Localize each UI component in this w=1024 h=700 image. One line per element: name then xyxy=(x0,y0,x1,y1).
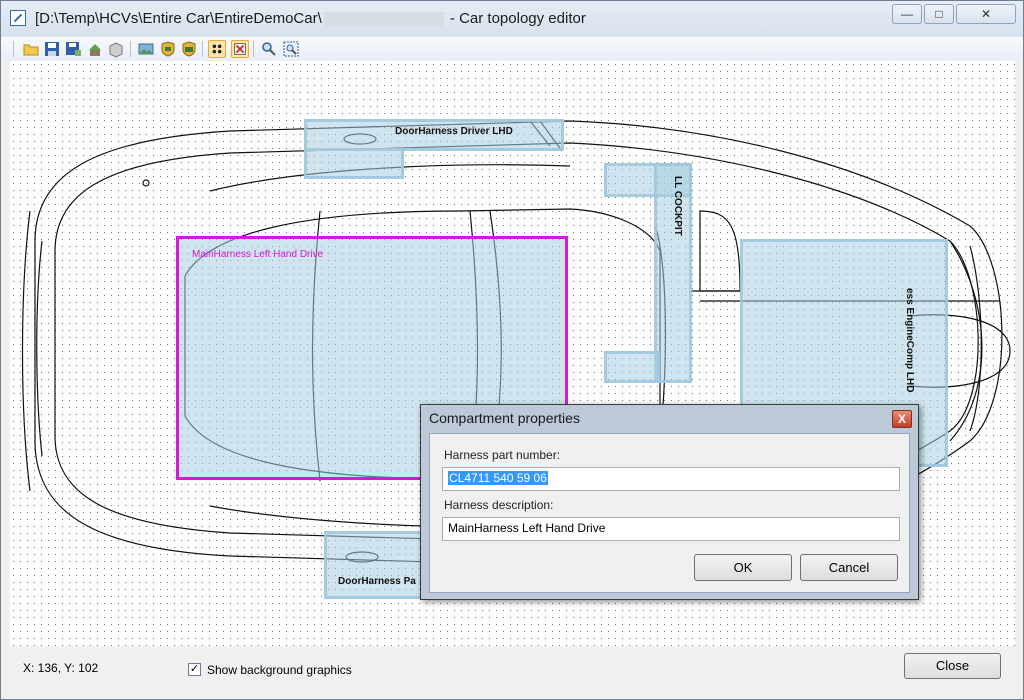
fit-icon[interactable] xyxy=(282,40,300,58)
compartment-label: DoorHarness Pa xyxy=(338,576,416,587)
toolbar-separator xyxy=(130,41,131,57)
compartment-ll-cockpit-bottom[interactable] xyxy=(604,351,660,383)
description-field[interactable]: MainHarness Left Hand Drive xyxy=(442,517,900,541)
toolbar-separator xyxy=(202,41,203,57)
close-button[interactable]: Close xyxy=(904,653,1001,679)
save-icon[interactable] xyxy=(43,40,61,58)
dialog-body: Harness part number: CL4711 540 59 06 Ha… xyxy=(429,433,910,593)
close-window-button[interactable]: ✕ xyxy=(956,4,1016,24)
coordinates-readout: X: 136, Y: 102 xyxy=(23,661,99,675)
image-icon[interactable] xyxy=(137,40,155,58)
shield-icon[interactable] xyxy=(159,40,177,58)
cancel-button[interactable]: Cancel xyxy=(800,554,898,581)
compartment-properties-dialog: Compartment properties X Harness part nu… xyxy=(420,404,919,600)
redacted-area xyxy=(323,12,444,27)
app-icon xyxy=(10,10,26,26)
grid-icon[interactable] xyxy=(208,40,226,58)
main-window: [D:\Temp\HCVs\Entire Car\EntireDemoCar\ … xyxy=(0,0,1024,700)
export-icon[interactable] xyxy=(86,40,104,58)
checkbox-label: Show background graphics xyxy=(207,663,352,677)
shield-add-icon[interactable] xyxy=(180,40,198,58)
toolbar xyxy=(1,37,1023,61)
compartment-door-driver-ext[interactable] xyxy=(304,149,404,179)
open-icon[interactable] xyxy=(22,40,40,58)
compartment-label: ess EngineComp LHD xyxy=(904,288,915,393)
window-title: [D:\Temp\HCVs\Entire Car\EntireDemoCar\ … xyxy=(35,10,586,27)
part-number-label: Harness part number: xyxy=(444,448,561,462)
title-bar[interactable]: [D:\Temp\HCVs\Entire Car\EntireDemoCar\ … xyxy=(1,1,1023,37)
compartment-door-driver[interactable]: DoorHarness Driver LHD xyxy=(304,119,564,151)
title-app-name: - Car topology editor xyxy=(449,10,586,27)
ok-button[interactable]: OK xyxy=(694,554,792,581)
part-number-field[interactable]: CL4711 540 59 06 xyxy=(442,467,900,491)
compartment-ll-cockpit[interactable]: LL COCKPIT xyxy=(654,163,692,383)
compartment-label: LL COCKPIT xyxy=(672,176,683,236)
part-number-value: CL4711 540 59 06 xyxy=(448,471,548,485)
save-as-icon[interactable] xyxy=(64,40,82,58)
delete-icon[interactable] xyxy=(231,40,249,58)
package-icon[interactable] xyxy=(107,40,125,58)
dialog-close-button[interactable]: X xyxy=(892,410,912,428)
compartment-label: DoorHarness Driver LHD xyxy=(395,126,513,137)
minimize-button[interactable]: — xyxy=(892,4,922,24)
checkbox-box[interactable]: ✓ xyxy=(188,663,201,676)
dialog-title: Compartment properties xyxy=(429,410,580,426)
toolbar-separator xyxy=(253,41,254,57)
title-path: [D:\Temp\HCVs\Entire Car\EntireDemoCar\ xyxy=(35,10,322,27)
toolbar-grip xyxy=(13,41,14,57)
maximize-button[interactable]: □ xyxy=(924,4,954,24)
compartment-label: MainHarness Left Hand Drive xyxy=(192,249,324,260)
compartment-door-passenger[interactable]: DoorHarness Pa xyxy=(324,531,424,599)
description-label: Harness description: xyxy=(444,498,554,512)
zoom-icon[interactable] xyxy=(260,40,278,58)
